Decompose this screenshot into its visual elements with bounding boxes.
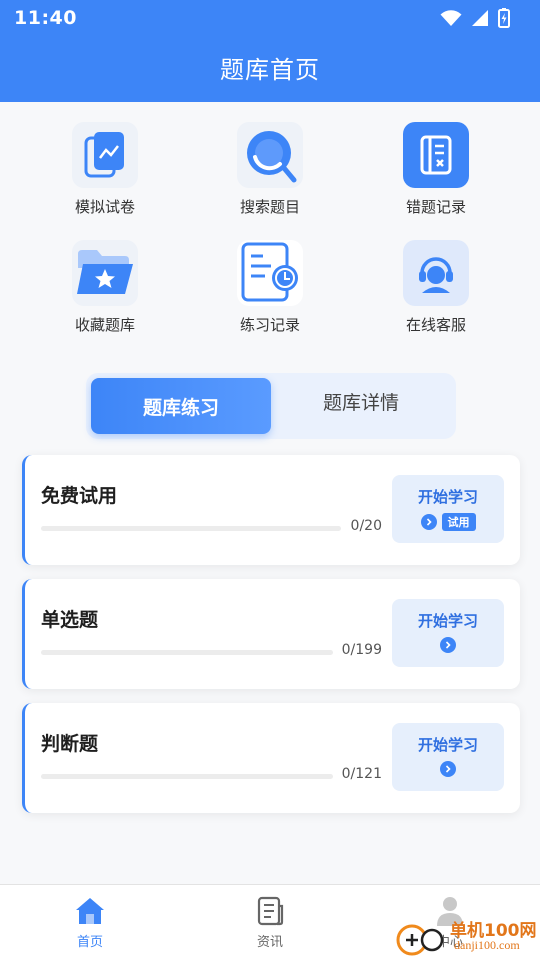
progress-count: 0/20: [350, 518, 382, 534]
progress-bar: [41, 526, 341, 531]
header: 11:40 题库首页: [0, 0, 540, 102]
nav-label: 首页: [76, 935, 103, 950]
card-title: 判断题: [41, 733, 99, 755]
grid-item-favorites[interactable]: 收藏题库: [35, 240, 175, 335]
tab-details[interactable]: 题库详情: [271, 373, 451, 429]
chevron-right-icon: [440, 761, 456, 777]
start-study-label: 开始学习: [417, 488, 478, 506]
search-icon: [237, 122, 303, 188]
wrong-answers-icon: [403, 122, 469, 188]
button-footer: 试用: [392, 513, 504, 531]
progress-count: 0/121: [341, 766, 382, 782]
grid-item-wrong-answers[interactable]: 错题记录: [366, 122, 506, 217]
grid-label: 练习记录: [239, 316, 300, 334]
start-study-button[interactable]: 开始学习: [392, 599, 504, 667]
wifi-icon: [440, 10, 462, 26]
nav-item-home[interactable]: 首页: [40, 895, 140, 950]
page-title: 题库首页: [220, 56, 320, 84]
status-bar: 11:40: [0, 0, 540, 36]
start-study-label: 开始学习: [417, 612, 478, 630]
news-icon: [220, 895, 320, 927]
grid-item-mock-exam[interactable]: 模拟试卷: [35, 122, 175, 217]
grid-label: 在线客服: [405, 316, 466, 334]
signal-icon: [472, 10, 488, 26]
question-bank-card-trial: 免费试用 0/20 开始学习 试用: [22, 455, 520, 565]
tab-practice[interactable]: 题库练习: [91, 378, 271, 434]
battery-icon: [498, 8, 510, 28]
grid-label: 收藏题库: [74, 316, 135, 334]
progress-count: 0/199: [341, 642, 382, 658]
status-icons: [440, 8, 510, 28]
progress-bar: [41, 774, 333, 779]
nav-label: 资讯: [256, 935, 283, 950]
watermark: 单机100网 danji100.com: [392, 914, 540, 960]
card-title: 免费试用: [41, 485, 118, 507]
grid-label: 模拟试卷: [74, 198, 135, 216]
grid-label: 搜索题目: [239, 198, 300, 216]
customer-service-icon: [403, 240, 469, 306]
grid-item-customer-service[interactable]: 在线客服: [366, 240, 506, 335]
start-study-label: 开始学习: [417, 736, 478, 754]
chevron-right-icon: [420, 514, 437, 530]
grid-item-practice-record[interactable]: 练习记录: [200, 240, 340, 335]
question-bank-card-true-false: 判断题 0/121 开始学习: [22, 703, 520, 813]
nav-item-news[interactable]: 资讯: [220, 895, 320, 950]
status-time: 11:40: [14, 7, 77, 29]
start-study-button[interactable]: 开始学习 试用: [392, 475, 504, 543]
trial-badge: 试用: [441, 513, 476, 531]
button-footer: [392, 761, 504, 777]
home-icon: [40, 895, 140, 927]
star-folder-icon: [72, 240, 138, 306]
tab-switcher: 题库练习 题库详情: [86, 373, 456, 439]
card-title: 单选题: [41, 609, 99, 631]
grid-item-search[interactable]: 搜索题目: [200, 122, 340, 217]
grid-label: 错题记录: [405, 198, 466, 216]
start-study-button[interactable]: 开始学习: [392, 723, 504, 791]
exam-paper-icon: [72, 122, 138, 188]
watermark-url: danji100.com: [454, 938, 520, 952]
button-footer: [392, 637, 504, 653]
progress-bar: [41, 650, 333, 655]
question-bank-card-single-choice: 单选题 0/199 开始学习: [22, 579, 520, 689]
chevron-right-icon: [440, 637, 456, 653]
practice-record-icon: [237, 240, 303, 306]
